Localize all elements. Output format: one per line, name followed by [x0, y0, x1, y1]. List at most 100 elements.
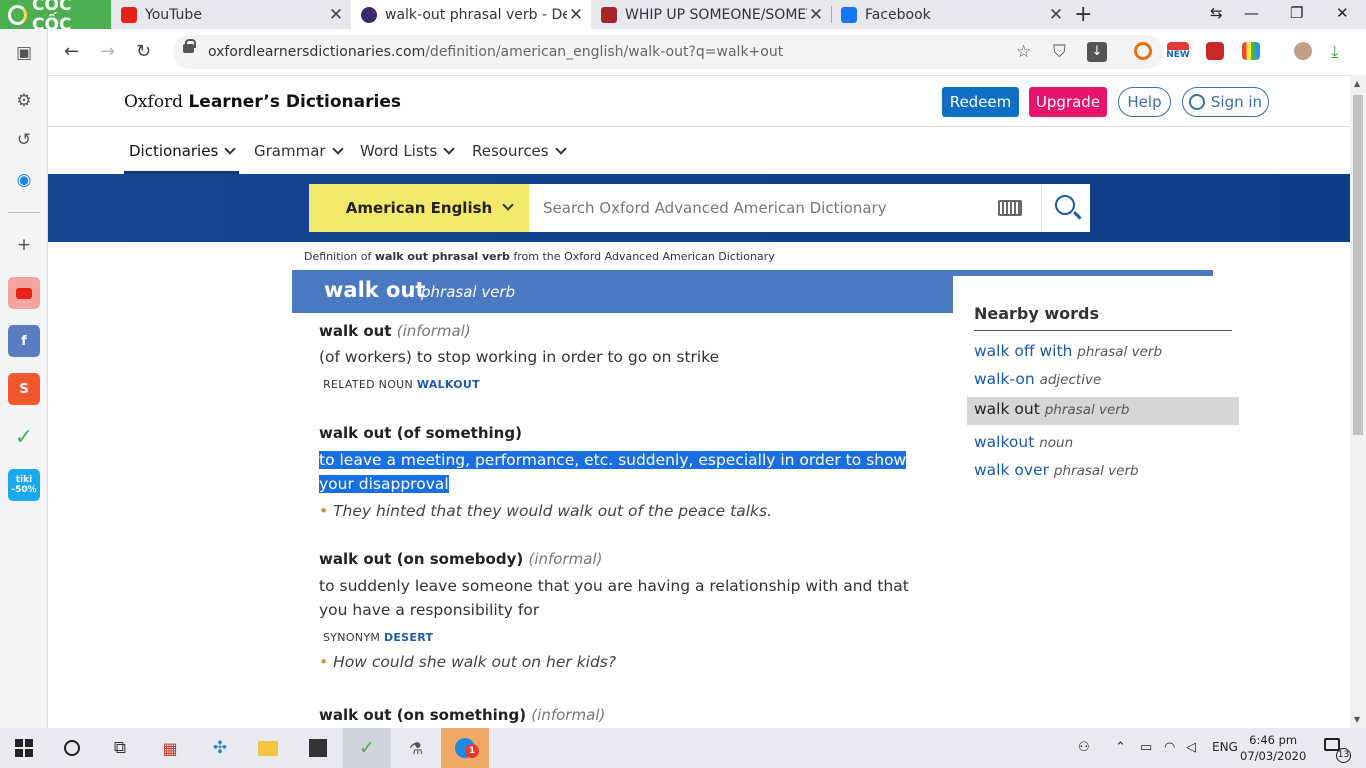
browser-toolbar: ← → ↻ oxfordlearnersdictionaries.com/def… — [48, 29, 1366, 75]
cortana-search-icon[interactable] — [60, 736, 84, 760]
menu-word-lists[interactable]: Word Lists — [360, 142, 453, 160]
shopee-app-icon[interactable]: S — [8, 373, 40, 405]
menu-resources[interactable]: Resources — [472, 142, 565, 160]
scrollbar-thumb[interactable] — [1353, 95, 1363, 435]
menu-dictionaries[interactable]: Dictionaries — [129, 142, 234, 160]
pv-text: walk out — [319, 424, 392, 442]
extension-new-icon[interactable]: NEW — [1165, 42, 1191, 60]
dictionary-select-label: American English — [345, 199, 493, 217]
nearby-item[interactable]: walkout noun — [974, 433, 1073, 451]
bookmark-star-icon[interactable]: ☆ — [1016, 42, 1031, 62]
scroll-up-arrow[interactable]: ▲ — [1354, 79, 1360, 88]
file-explorer-icon[interactable] — [256, 736, 280, 760]
upgrade-button[interactable]: Upgrade — [1029, 87, 1107, 117]
dictionary-select[interactable]: American English — [309, 184, 529, 232]
notification-center-icon[interactable]: 13 — [1324, 738, 1351, 763]
coccoc-app-icon[interactable]: ✓ — [8, 421, 40, 453]
download-page-icon[interactable]: ↓ — [1087, 42, 1107, 62]
logo-prefix: Oxford — [124, 92, 184, 112]
search-input[interactable] — [529, 184, 979, 232]
close-tab-icon[interactable]: ✕ — [327, 5, 345, 25]
volume-icon[interactable]: ◁ — [1186, 740, 1196, 755]
sign-in-button[interactable]: Sign in — [1182, 87, 1269, 117]
search-banner: American English — [48, 174, 1350, 242]
tab-facebook[interactable]: Facebook ✕ — [831, 0, 1071, 29]
tab-youtube[interactable]: YouTube ✕ — [111, 0, 351, 29]
zalo-icon[interactable]: 1 — [453, 736, 479, 760]
messenger-icon[interactable]: ◉ — [12, 168, 36, 192]
battery-icon[interactable]: ▭ — [1140, 740, 1152, 755]
people-icon[interactable]: ⚇ — [1078, 740, 1090, 755]
related-noun-link[interactable]: WALKOUT — [417, 378, 480, 391]
wifi-icon[interactable]: ◠ — [1164, 740, 1175, 755]
help-button[interactable]: Help — [1118, 87, 1171, 117]
coccoc-logo[interactable]: CỐC CỐC — [0, 0, 111, 35]
synonym-link[interactable]: DESERT — [384, 631, 433, 644]
tab-oxford[interactable]: walk-out phrasal verb - Defini ✕ — [351, 0, 591, 29]
windows-start-icon[interactable] — [12, 736, 36, 760]
address-bar[interactable]: oxfordlearnersdictionaries.com/definitio… — [173, 35, 1163, 69]
nearby-item-current[interactable]: walk out phrasal verb — [967, 397, 1239, 425]
search-box — [529, 184, 1041, 232]
search-icon — [1055, 195, 1075, 215]
history-icon[interactable]: ↺ — [12, 128, 36, 152]
close-tab-icon[interactable]: ✕ — [567, 5, 585, 25]
youtube-app-icon[interactable] — [8, 277, 40, 309]
nearby-title: Nearby words — [974, 304, 1100, 323]
extension-color-icon[interactable] — [1242, 42, 1260, 60]
page-scrollbar[interactable]: ▲ ▼ — [1350, 75, 1366, 728]
redeem-button[interactable]: Redeem — [942, 87, 1019, 117]
add-app-icon[interactable]: + — [12, 233, 36, 257]
task-view-icon[interactable]: ⧉ — [108, 736, 132, 760]
tab-cambridge[interactable]: WHIP UP SOMEONE/SOMETH ✕ — [591, 0, 831, 29]
show-hidden-icons[interactable]: ⌃ — [1115, 740, 1126, 755]
sidebar-panel-icon[interactable]: ▣ — [12, 41, 36, 65]
restore-button[interactable]: ❐ — [1290, 4, 1303, 22]
youtube-icon — [121, 6, 137, 23]
new-tab-button[interactable]: + — [1074, 2, 1092, 27]
app-editor-icon[interactable] — [306, 736, 330, 760]
tab-search-icon[interactable]: ⇆ — [1210, 4, 1223, 22]
minimize-button[interactable]: — — [1244, 4, 1259, 22]
app-tool-icon[interactable]: ⚗ — [404, 736, 428, 760]
back-button[interactable]: ← — [64, 41, 79, 62]
extension-chrome-icon[interactable] — [1134, 42, 1152, 60]
app-photo-icon[interactable]: ▦ — [158, 736, 182, 760]
definition: to leave a meeting, performance, etc. su… — [319, 448, 929, 496]
url-text[interactable]: oxfordlearnersdictionaries.com/definitio… — [208, 44, 783, 60]
keyboard-icon[interactable] — [998, 200, 1022, 216]
pv-paren: (of something) — [396, 424, 522, 442]
facebook-app-icon[interactable]: f — [8, 325, 40, 357]
language-indicator[interactable]: ENG — [1212, 740, 1238, 754]
coccoc-logo-icon — [8, 4, 28, 25]
nearby-pos: phrasal verb — [1044, 402, 1130, 418]
close-window-button[interactable]: ✕ — [1336, 4, 1349, 22]
clock-time: 6:46 pm — [1249, 733, 1298, 747]
nearby-item[interactable]: walk off with phrasal verb — [974, 342, 1162, 360]
forward-button[interactable]: → — [100, 41, 115, 62]
extension-red-icon[interactable] — [1206, 42, 1224, 60]
oxford-icon — [361, 6, 377, 23]
app-network-icon[interactable]: ✣ — [208, 736, 232, 760]
nearby-item[interactable]: walk-on adjective — [974, 370, 1101, 388]
close-tab-icon[interactable]: ✕ — [1047, 5, 1065, 25]
downloads-icon[interactable]: ⤓ — [1331, 42, 1339, 62]
oxford-logo[interactable]: Oxford Learner’s Dictionaries — [124, 92, 401, 112]
register-label: informal — [537, 706, 600, 724]
scroll-down-arrow[interactable]: ▼ — [1354, 715, 1360, 724]
reload-button[interactable]: ↻ — [136, 41, 151, 62]
nearby-word: walk off with — [974, 342, 1073, 360]
close-tab-icon[interactable]: ✕ — [807, 5, 825, 25]
nearby-item[interactable]: walk over phrasal verb — [974, 461, 1139, 479]
profile-avatar[interactable] — [1294, 42, 1312, 60]
tiki-discount: -50% — [11, 485, 37, 495]
coccoc-taskbar-icon[interactable]: ✓ — [355, 736, 379, 760]
tiki-app-icon[interactable]: tiki -50% — [8, 469, 40, 501]
shield-icon[interactable]: ⛉ — [1053, 42, 1066, 62]
search-button[interactable] — [1041, 184, 1090, 232]
tab-title: Facebook — [865, 6, 931, 23]
settings-gear-icon[interactable]: ⚙ — [12, 89, 36, 113]
menu-grammar[interactable]: Grammar — [254, 142, 342, 160]
breadcrumb: Definition of walk out phrasal verb from… — [304, 250, 775, 263]
clock[interactable]: 6:46 pm 07/03/2020 — [1240, 732, 1306, 764]
